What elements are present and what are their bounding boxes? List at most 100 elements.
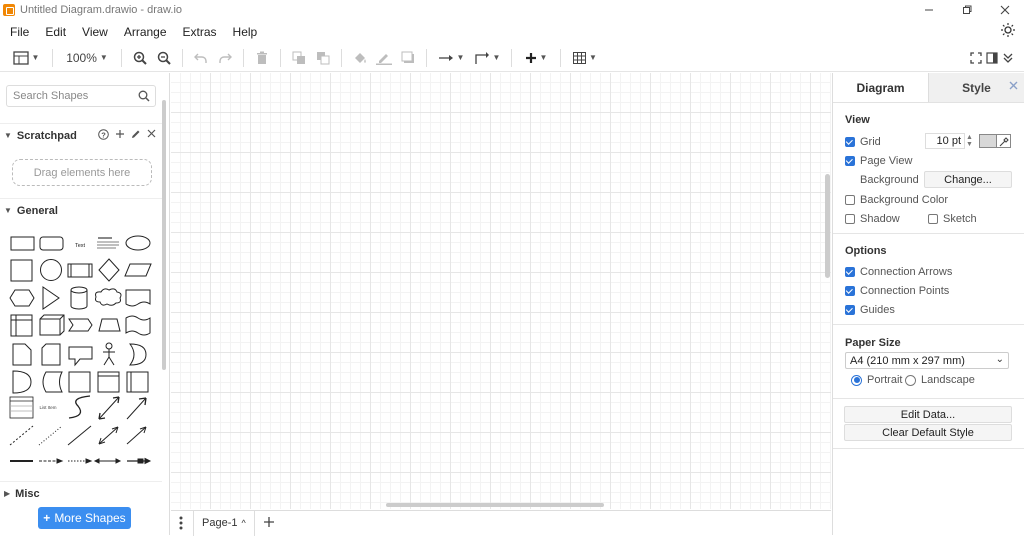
- shape-swimlane[interactable]: [97, 371, 120, 393]
- page-menu-button[interactable]: [179, 516, 183, 533]
- shape-line[interactable]: [67, 425, 92, 446]
- shape-diamond[interactable]: [98, 258, 120, 282]
- menu-view[interactable]: View: [72, 25, 114, 39]
- shape-or[interactable]: [128, 343, 147, 366]
- shape-container[interactable]: [68, 371, 91, 393]
- sketch-row[interactable]: Sketch: [928, 213, 977, 225]
- connection-arrows-checkbox[interactable]: [845, 267, 855, 277]
- connection-arrows-row[interactable]: Connection Arrows: [845, 266, 952, 278]
- misc-header[interactable]: ▶ Misc: [0, 481, 162, 505]
- line-color-button[interactable]: [372, 46, 396, 70]
- to-front-button[interactable]: [287, 46, 311, 70]
- shape-list-item[interactable]: List Item: [39, 405, 56, 410]
- edit-icon[interactable]: [131, 129, 141, 143]
- tab-diagram[interactable]: Diagram: [833, 73, 928, 102]
- shape-rounded-rectangle[interactable]: [39, 236, 64, 251]
- shape-arrow[interactable]: [126, 397, 147, 420]
- scratchpad-header[interactable]: ▼ Scratchpad ?: [0, 123, 162, 147]
- zoom-in-button[interactable]: [128, 46, 152, 70]
- minimize-button[interactable]: [910, 0, 948, 20]
- collapse-toolbar-button[interactable]: [1000, 46, 1016, 70]
- add-icon[interactable]: [115, 129, 125, 143]
- table-button[interactable]: ▼: [567, 46, 603, 70]
- shape-bidirectional-arrow[interactable]: [98, 396, 120, 420]
- delete-button[interactable]: [250, 46, 274, 70]
- guides-checkbox[interactable]: [845, 305, 855, 315]
- shape-data-storage[interactable]: [42, 371, 63, 393]
- shape-dashed-line[interactable]: [9, 425, 34, 446]
- shadow-checkbox[interactable]: [845, 214, 855, 224]
- shape-callout[interactable]: [68, 346, 93, 367]
- connection-points-checkbox[interactable]: [845, 286, 855, 296]
- page-view-checkbox-row[interactable]: Page View: [845, 155, 912, 167]
- grid-checkbox-row[interactable]: Grid: [845, 136, 881, 148]
- grid-size-stepper[interactable]: ▲ ▼: [966, 134, 973, 148]
- portrait-radio[interactable]: [851, 374, 862, 386]
- shape-list[interactable]: [9, 396, 34, 419]
- shape-textbox[interactable]: [97, 237, 119, 249]
- shape-step[interactable]: [68, 318, 93, 332]
- redo-button[interactable]: [213, 46, 237, 70]
- fullscreen-button[interactable]: [968, 46, 984, 70]
- maximize-button[interactable]: [948, 0, 986, 20]
- landscape-row[interactable]: Landscape: [905, 374, 975, 386]
- sidebar-toggle-button[interactable]: ▼: [6, 46, 46, 70]
- sidebar-scrollbar[interactable]: [162, 100, 166, 370]
- shape-dotted-line[interactable]: [38, 425, 63, 446]
- shape-square[interactable]: [10, 259, 33, 282]
- diagram-canvas[interactable]: [171, 73, 831, 509]
- zoom-out-button[interactable]: [152, 46, 176, 70]
- theme-toggle-button[interactable]: [1000, 22, 1016, 38]
- more-shapes-button[interactable]: + More Shapes: [38, 507, 131, 529]
- format-panel-toggle-button[interactable]: [984, 46, 1000, 70]
- shape-actor[interactable]: [103, 342, 115, 366]
- paper-size-select[interactable]: A4 (210 mm x 297 mm) ⌄: [845, 352, 1009, 369]
- guides-row[interactable]: Guides: [845, 304, 895, 316]
- add-page-button[interactable]: [263, 516, 275, 531]
- close-panel-button[interactable]: [1009, 79, 1018, 93]
- shape-dashed-arrow[interactable]: [39, 458, 64, 464]
- close-icon[interactable]: [147, 129, 156, 143]
- zoom-dropdown[interactable]: 100% ▼: [59, 46, 115, 70]
- insert-button[interactable]: ▼: [518, 46, 554, 70]
- background-color-checkbox[interactable]: [845, 195, 855, 205]
- shape-delay[interactable]: [12, 370, 32, 394]
- shape-block-arrow[interactable]: [127, 457, 152, 465]
- shadow-row[interactable]: Shadow: [845, 213, 900, 225]
- grid-size-input[interactable]: 10 pt: [925, 133, 965, 149]
- shape-trapezoid[interactable]: [98, 318, 121, 332]
- shape-hexagon[interactable]: [9, 289, 35, 307]
- shape-directional-connector[interactable]: [126, 426, 147, 445]
- shape-document-wave[interactable]: [125, 289, 151, 307]
- menu-file[interactable]: File: [0, 25, 35, 39]
- menu-extras[interactable]: Extras: [173, 25, 223, 39]
- shape-internal-storage[interactable]: [10, 314, 33, 337]
- shape-triangle[interactable]: [42, 286, 60, 310]
- canvas-horizontal-scrollbar[interactable]: [386, 503, 604, 507]
- help-icon[interactable]: ?: [98, 129, 109, 143]
- shape-curve[interactable]: [68, 395, 91, 419]
- page-tab[interactable]: Page-1 ^: [193, 510, 255, 536]
- change-background-button[interactable]: Change...: [924, 171, 1012, 188]
- shape-circle[interactable]: [40, 259, 62, 281]
- shape-parallelogram[interactable]: [124, 263, 152, 277]
- shape-cylinder[interactable]: [70, 286, 88, 310]
- page-view-checkbox[interactable]: [845, 156, 855, 166]
- shape-vertical-swimlane[interactable]: [126, 371, 149, 393]
- shape-note[interactable]: [12, 343, 32, 366]
- waypoints-button[interactable]: ▼: [469, 46, 505, 70]
- shape-bidirectional-connector[interactable]: [98, 426, 119, 445]
- shape-cloud[interactable]: [95, 288, 122, 306]
- search-shapes-input[interactable]: Search Shapes: [6, 85, 156, 107]
- portrait-row[interactable]: Portrait: [851, 374, 902, 386]
- grid-checkbox[interactable]: [845, 137, 855, 147]
- undo-button[interactable]: [189, 46, 213, 70]
- sketch-checkbox[interactable]: [928, 214, 938, 224]
- menu-arrange[interactable]: Arrange: [114, 25, 173, 39]
- shape-ellipse[interactable]: [125, 235, 151, 251]
- shape-card[interactable]: [41, 343, 61, 366]
- shape-cube[interactable]: [39, 314, 65, 336]
- shape-rectangle[interactable]: [10, 236, 35, 251]
- clear-default-style-button[interactable]: Clear Default Style: [844, 424, 1012, 441]
- close-window-button[interactable]: [986, 0, 1024, 20]
